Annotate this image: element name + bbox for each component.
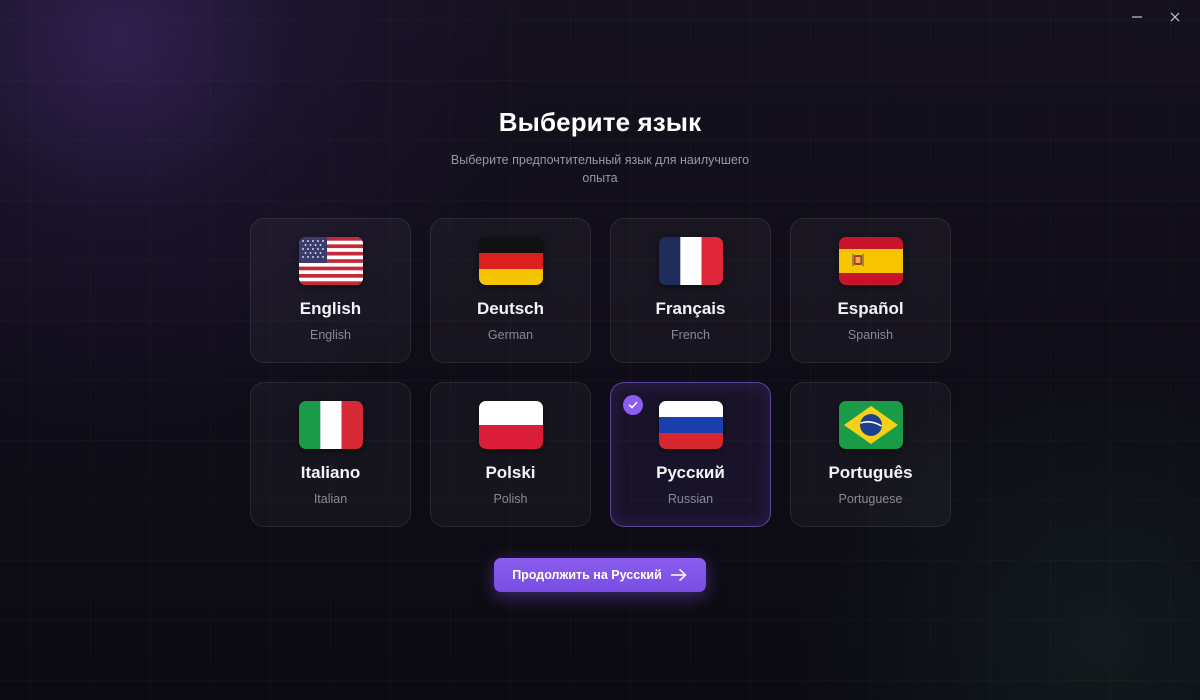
italy-flag-icon <box>299 401 363 449</box>
arrow-right-icon <box>670 569 687 581</box>
language-english-name: Spanish <box>847 328 894 342</box>
language-name: English <box>299 299 362 318</box>
language-english-name: Polish <box>493 492 528 506</box>
minimize-button[interactable] <box>1120 6 1154 28</box>
language-english-name: Russian <box>667 492 714 506</box>
spain-flag-icon <box>839 237 903 285</box>
poland-flag-icon <box>479 401 543 449</box>
page-subtitle: Выберите предпочтительный язык для наилу… <box>450 153 750 185</box>
language-select-window: Выберите язык Выберите предпочтительный … <box>0 0 1200 700</box>
continue-button[interactable]: Продолжить на Русский <box>494 558 706 592</box>
russia-flag-icon <box>659 401 723 449</box>
language-english-name: English <box>310 328 351 342</box>
selected-check-icon <box>623 395 643 415</box>
france-flag-icon <box>659 237 723 285</box>
language-english-name: French <box>671 328 710 342</box>
window-controls <box>1120 6 1192 28</box>
language-grid: English English Deutsch German Français … <box>250 218 951 527</box>
language-name: Português <box>828 463 913 482</box>
language-card-polski[interactable]: Polski Polish <box>430 382 591 527</box>
language-english-name: Italian <box>313 492 348 506</box>
language-card-english[interactable]: English English <box>250 218 411 363</box>
language-name: Русский <box>656 463 725 482</box>
language-name: Polski <box>485 463 536 482</box>
language-card-francais[interactable]: Français French <box>610 218 771 363</box>
language-name: Español <box>837 299 904 318</box>
language-card-russkiy[interactable]: Русский Russian <box>610 382 771 527</box>
language-card-italiano[interactable]: Italiano Italian <box>250 382 411 527</box>
us-flag-icon <box>299 237 363 285</box>
germany-flag-icon <box>479 237 543 285</box>
close-button[interactable] <box>1158 6 1192 28</box>
close-icon <box>1170 12 1180 22</box>
brazil-flag-icon <box>839 401 903 449</box>
language-name: Français <box>655 299 726 318</box>
language-english-name: Portuguese <box>838 492 903 506</box>
language-name: Deutsch <box>476 299 545 318</box>
language-card-portugues[interactable]: Português Portuguese <box>790 382 951 527</box>
language-name: Italiano <box>300 463 361 482</box>
continue-button-label: Продолжить на Русский <box>512 568 662 582</box>
minimize-icon <box>1132 16 1142 18</box>
language-english-name: German <box>487 328 534 342</box>
language-card-espanol[interactable]: Español Spanish <box>790 218 951 363</box>
language-card-deutsch[interactable]: Deutsch German <box>430 218 591 363</box>
page-title: Выберите язык <box>498 107 702 137</box>
